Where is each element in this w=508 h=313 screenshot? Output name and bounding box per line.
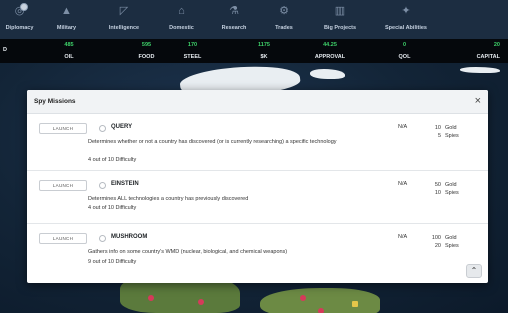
spies-label: Spies [445, 190, 459, 196]
nav-special-abilities[interactable]: ✦ Special Abilities [371, 0, 441, 39]
mission-name: EINSTEIN [111, 181, 139, 187]
gold-label: Gold [445, 182, 457, 188]
nav-domestic-label: Domestic [169, 25, 194, 31]
nav-special-abilities-label: Special Abilities [385, 25, 427, 31]
launch-button[interactable]: LAUNCH [39, 123, 87, 134]
resource-oil-name: OIL [64, 54, 74, 60]
nav-big-projects-label: Big Projects [323, 25, 357, 31]
resource-oil: 485 OIL [14, 39, 84, 63]
resource-qol-name: QOL [398, 54, 411, 60]
nav-trades-label: Trades [275, 25, 293, 31]
resource-food-name: FOOD [138, 54, 155, 60]
resource-capital-value: 20 [493, 42, 500, 48]
nav-intelligence-label: Intelligence [108, 25, 140, 31]
mission-cost: 10 Gold 5 Spies [425, 124, 459, 140]
map-city-marker[interactable] [318, 308, 324, 313]
mission-difficulty: 9 out of 10 Difficulty [88, 259, 137, 265]
gold-label: Gold [445, 235, 457, 241]
research-icon: ⚗ [229, 5, 239, 17]
spies-label: Spies [445, 133, 459, 139]
gold-cost: 10 [434, 125, 441, 131]
domestic-icon: ⌂ [178, 5, 185, 17]
notification-badge [20, 3, 28, 11]
map-city-marker[interactable] [148, 295, 154, 301]
mission-row: LAUNCH MUSHROOM Gathers info on some cou… [27, 224, 488, 283]
resource-food: 595 FOOD [84, 39, 159, 63]
mission-description: Determines whether or not a country has … [88, 139, 337, 145]
nav-big-projects[interactable]: ▥ Big Projects [309, 0, 371, 39]
spies-label: Spies [445, 243, 459, 249]
resource-money-value: 1175 [258, 42, 270, 48]
map-city-marker[interactable] [198, 299, 204, 305]
big-projects-icon: ▥ [334, 5, 346, 17]
launch-button[interactable]: LAUNCH [39, 180, 87, 191]
mission-name: QUERY [111, 124, 133, 130]
resource-money: 1175 $K [214, 39, 279, 63]
nav-military[interactable]: ▲ Military [39, 0, 94, 39]
scroll-up-button[interactable]: ⌃ [466, 264, 482, 278]
mission-cost: 50 Gold 10 Spies [425, 181, 459, 197]
mission-name: MUSHROOM [111, 234, 148, 240]
mission-row: LAUNCH EINSTEIN Determines ALL technolog… [27, 171, 488, 224]
nav-diplomacy[interactable]: ◎ Diplomacy [0, 0, 39, 39]
resource-steel-name: STEEL [183, 54, 202, 60]
resource-money-name: $K [260, 54, 268, 60]
resource-steel-value: 170 [187, 42, 198, 48]
nav-research[interactable]: ⚗ Research [209, 0, 259, 39]
spies-cost: 10 [434, 190, 441, 196]
resource-bar: D 485 OIL 595 FOOD 170 STEEL 1175 $K 44.… [0, 39, 508, 63]
resource-approval-value: 44.25 [323, 42, 337, 48]
mission-status: N/A [398, 124, 408, 130]
resource-partial: D [0, 39, 14, 63]
mission-difficulty: 4 out of 10 Difficulty [88, 157, 137, 163]
trades-icon: ⚙ [279, 5, 289, 17]
resource-capital: 20 CAPITAL [424, 39, 508, 63]
map-city-marker[interactable] [300, 295, 306, 301]
nav-trades[interactable]: ⚙ Trades [259, 0, 309, 39]
nav-domestic[interactable]: ⌂ Domestic [154, 0, 209, 39]
nav-diplomacy-label: Diplomacy [5, 25, 34, 31]
military-icon: ▲ [61, 5, 72, 17]
modal-header: Spy Missions × [27, 90, 488, 114]
map-landmass [460, 67, 500, 73]
resource-oil-value: 485 [64, 42, 74, 48]
mission-radio[interactable] [99, 235, 106, 242]
map-unit-marker[interactable] [352, 301, 358, 307]
resource-approval-name: APPROVAL [314, 54, 346, 60]
mission-cost: 100 Gold 20 Spies [425, 234, 459, 250]
modal-title: Spy Missions [34, 98, 76, 105]
mission-description: Gathers info on some country's WMD (nucl… [88, 249, 288, 255]
mission-radio[interactable] [99, 182, 106, 189]
spies-cost: 20 [434, 243, 441, 249]
mission-radio[interactable] [99, 125, 106, 132]
resource-qol: 0 QOL [349, 39, 424, 63]
nav-intelligence[interactable]: ◸ Intelligence [94, 0, 154, 39]
mission-status: N/A [398, 181, 408, 187]
spy-missions-modal: Spy Missions × LAUNCH QUERY Determines w… [27, 90, 488, 283]
resource-approval: 44.25 APPROVAL [279, 39, 349, 63]
mission-description: Determines ALL technologies a country ha… [88, 196, 249, 202]
resource-capital-name: CAPITAL [476, 54, 500, 60]
close-icon[interactable]: × [475, 96, 481, 107]
resource-name: D [3, 47, 7, 53]
gold-cost: 100 [431, 235, 441, 241]
nav-military-label: Military [56, 25, 77, 31]
resource-qol-value: 0 [402, 42, 407, 48]
gold-cost: 50 [434, 182, 441, 188]
spies-cost: 5 [437, 133, 441, 139]
nav-research-label: Research [221, 25, 247, 31]
launch-button[interactable]: LAUNCH [39, 233, 87, 244]
intelligence-icon: ◸ [119, 5, 129, 17]
map-landmass [310, 69, 345, 79]
special-abilities-icon: ✦ [401, 5, 411, 17]
mission-row: LAUNCH QUERY Determines whether or not a… [27, 114, 488, 171]
mission-difficulty: 4 out of 10 Difficulty [88, 205, 137, 211]
resource-food-value: 595 [141, 42, 152, 48]
mission-status: N/A [398, 234, 408, 240]
gold-label: Gold [445, 125, 457, 131]
resource-steel: 170 STEEL [159, 39, 214, 63]
top-navigation: ◎ Diplomacy ▲ Military ◸ Intelligence ⌂ … [0, 0, 508, 39]
